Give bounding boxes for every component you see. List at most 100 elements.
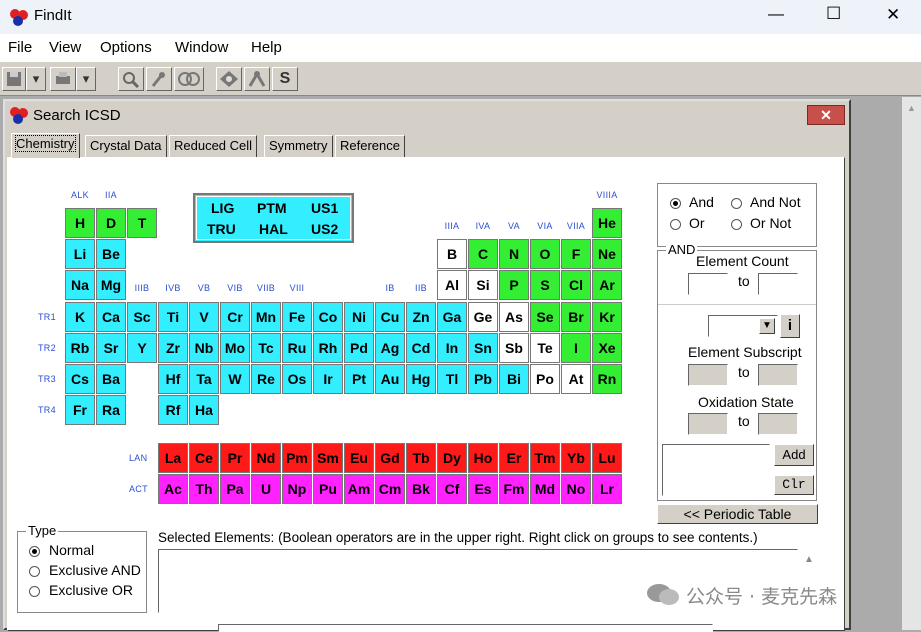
element-te[interactable]: Te [530, 333, 560, 363]
element-si[interactable]: Si [468, 270, 498, 300]
group-label-viib[interactable]: VIIB [251, 283, 281, 293]
maximize-button[interactable]: ☐ [826, 4, 841, 24]
row-label-lan[interactable]: LAN [129, 453, 147, 463]
element-yb[interactable]: Yb [561, 443, 591, 473]
subscript-max-input[interactable] [758, 364, 798, 386]
group-label-iiia[interactable]: IIIA [437, 221, 467, 231]
radio-exclusive-or[interactable] [29, 586, 40, 597]
element-cf[interactable]: Cf [437, 474, 467, 504]
element-cu[interactable]: Cu [375, 302, 405, 332]
element-as[interactable]: As [499, 302, 529, 332]
element-au[interactable]: Au [375, 364, 405, 394]
element-cr[interactable]: Cr [220, 302, 250, 332]
group-label-viia[interactable]: VIIA [561, 221, 591, 231]
element-cs[interactable]: Cs [65, 364, 95, 394]
element-xe[interactable]: Xe [592, 333, 622, 363]
element-tc[interactable]: Tc [251, 333, 281, 363]
element-fe[interactable]: Fe [282, 302, 312, 332]
tab-symmetry[interactable]: Symmetry [264, 135, 333, 157]
element-lu[interactable]: Lu [592, 443, 622, 473]
element-cl[interactable]: Cl [561, 270, 591, 300]
element-n[interactable]: N [499, 239, 529, 269]
element-d[interactable]: D [96, 208, 126, 238]
element-ru[interactable]: Ru [282, 333, 312, 363]
element-rf[interactable]: Rf [158, 395, 188, 425]
element-zr[interactable]: Zr [158, 333, 188, 363]
element-rn[interactable]: Rn [592, 364, 622, 394]
element-h[interactable]: H [65, 208, 95, 238]
row-label-act[interactable]: ACT [129, 484, 148, 494]
selected-scroll-up-icon[interactable]: ▲ [804, 554, 814, 565]
element-fm[interactable]: Fm [499, 474, 529, 504]
element-pd[interactable]: Pd [344, 333, 374, 363]
group-label-iiib[interactable]: IIIB [127, 283, 157, 293]
element-b[interactable]: B [437, 239, 467, 269]
element-pa[interactable]: Pa [220, 474, 250, 504]
element-ra[interactable]: Ra [96, 395, 126, 425]
row-label-tr4[interactable]: TR4 [38, 405, 56, 415]
chevron-down-icon[interactable]: ▼ [759, 318, 775, 334]
element-ni[interactable]: Ni [344, 302, 374, 332]
element-es[interactable]: Es [468, 474, 498, 504]
element-rb[interactable]: Rb [65, 333, 95, 363]
element-er[interactable]: Er [499, 443, 529, 473]
menu-file[interactable]: File [8, 39, 32, 56]
element-sm[interactable]: Sm [313, 443, 343, 473]
element-no[interactable]: No [561, 474, 591, 504]
element-np[interactable]: Np [282, 474, 312, 504]
group-label-ib[interactable]: IB [375, 283, 405, 293]
radio-and[interactable] [670, 198, 681, 209]
element-ir[interactable]: Ir [313, 364, 343, 394]
clr-button[interactable]: Clr [774, 475, 814, 495]
element-am[interactable]: Am [344, 474, 374, 504]
group-label-iib[interactable]: IIB [406, 283, 436, 293]
scroll-up-icon[interactable]: ▲ [907, 103, 916, 113]
group-hal[interactable]: HAL [259, 221, 288, 237]
radio-or[interactable] [670, 219, 681, 230]
radio-exclusive-and[interactable] [29, 566, 40, 577]
element-y[interactable]: Y [127, 333, 157, 363]
element-br[interactable]: Br [561, 302, 591, 332]
tools-icon[interactable] [244, 67, 270, 91]
tab-reduced-cell[interactable]: Reduced Cell [169, 135, 258, 157]
group-label-va[interactable]: VA [499, 221, 529, 231]
add-button[interactable]: Add [774, 444, 814, 466]
close-icon[interactable]: ✕ [807, 105, 845, 125]
element-pm[interactable]: Pm [282, 443, 312, 473]
element-be[interactable]: Be [96, 239, 126, 269]
element-p[interactable]: P [499, 270, 529, 300]
element-bi[interactable]: Bi [499, 364, 529, 394]
element-s[interactable]: S [530, 270, 560, 300]
element-count-min-input[interactable] [688, 273, 728, 295]
element-nb[interactable]: Nb [189, 333, 219, 363]
element-os[interactable]: Os [282, 364, 312, 394]
subscript-min-input[interactable] [688, 364, 728, 386]
group-label-iva[interactable]: IVA [468, 221, 498, 231]
element-pb[interactable]: Pb [468, 364, 498, 394]
radio-normal[interactable] [29, 546, 40, 557]
menu-view[interactable]: View [49, 39, 81, 56]
element-tm[interactable]: Tm [530, 443, 560, 473]
group-label-iia[interactable]: IIA [96, 190, 126, 200]
element-ge[interactable]: Ge [468, 302, 498, 332]
element-li[interactable]: Li [65, 239, 95, 269]
element-t[interactable]: T [127, 208, 157, 238]
structure-icon[interactable]: S [272, 67, 298, 91]
element-po[interactable]: Po [530, 364, 560, 394]
element-ga[interactable]: Ga [437, 302, 467, 332]
element-count-max-input[interactable] [758, 273, 798, 295]
element-rh[interactable]: Rh [313, 333, 343, 363]
oxidation-min-input[interactable] [688, 413, 728, 435]
element-ta[interactable]: Ta [189, 364, 219, 394]
group-label-via[interactable]: VIA [530, 221, 560, 231]
element-f[interactable]: F [561, 239, 591, 269]
group-tru[interactable]: TRU [207, 221, 236, 237]
menu-help[interactable]: Help [251, 39, 282, 56]
save-icon[interactable] [2, 67, 26, 91]
element-v[interactable]: V [189, 302, 219, 332]
group-label-vib[interactable]: VIB [220, 283, 250, 293]
element-ti[interactable]: Ti [158, 302, 188, 332]
tab-crystal-data[interactable]: Crystal Data [85, 135, 167, 157]
element-ag[interactable]: Ag [375, 333, 405, 363]
radio-or-not[interactable] [731, 219, 742, 230]
